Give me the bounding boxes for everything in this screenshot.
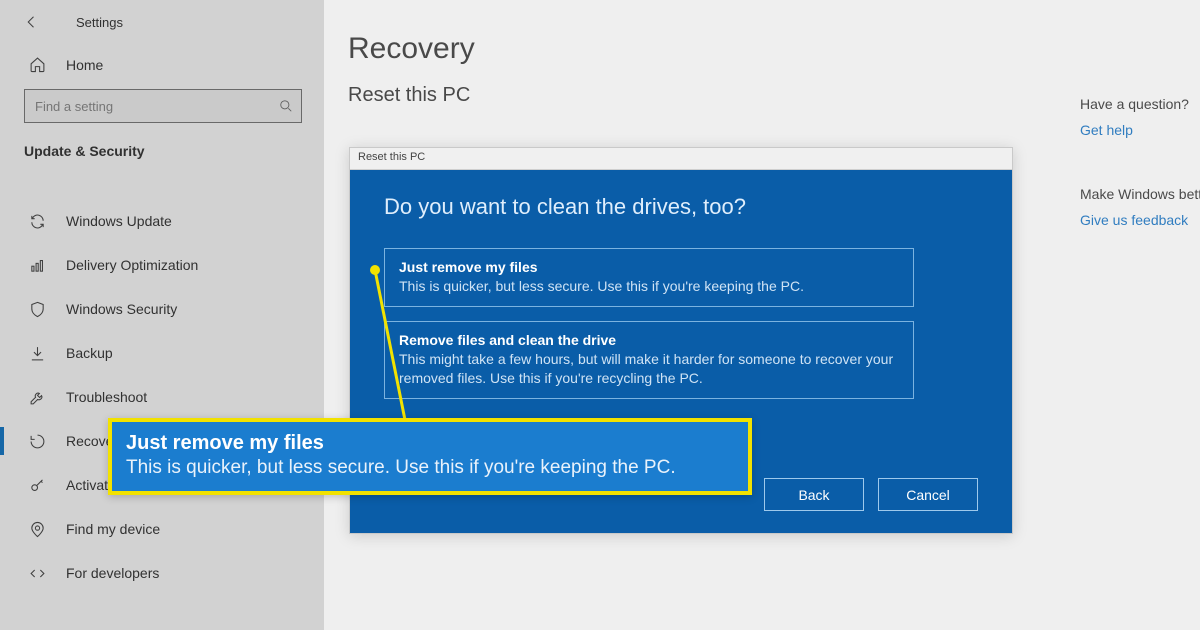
dialog-question: Do you want to clean the drives, too?	[384, 194, 978, 220]
dialog-titlebar: Reset this PC	[350, 148, 1012, 170]
right-panel: Have a question? Get help Make Windows b…	[1080, 96, 1200, 276]
backup-icon	[26, 345, 48, 362]
sidebar-item-for-developers[interactable]: For developers	[0, 551, 324, 595]
sidebar-item-backup[interactable]: Backup	[0, 331, 324, 375]
cancel-button[interactable]: Cancel	[878, 478, 978, 511]
sidebar-item-windows-update[interactable]: Windows Update	[0, 199, 324, 243]
search-input[interactable]	[24, 89, 302, 123]
help-heading: Have a question?	[1080, 96, 1200, 112]
give-feedback-link[interactable]: Give us feedback	[1080, 212, 1200, 228]
sidebar-item-windows-security[interactable]: Windows Security	[0, 287, 324, 331]
callout-pointer-dot	[370, 265, 380, 275]
option-desc: This might take a few hours, but will ma…	[399, 350, 899, 388]
wrench-icon	[26, 389, 48, 406]
search-icon	[279, 99, 293, 113]
option-title: Remove files and clean the drive	[399, 332, 899, 348]
option-title: Just remove my files	[399, 259, 899, 275]
sidebar-item-label: Windows Update	[66, 213, 172, 229]
sidebar-item-label: Backup	[66, 345, 113, 361]
sidebar-home-label: Home	[66, 57, 103, 73]
callout-zoom: Just remove my files This is quicker, bu…	[108, 418, 752, 495]
feedback-heading: Make Windows better	[1080, 186, 1200, 202]
sidebar-item-label: For developers	[66, 565, 159, 581]
back-button[interactable]	[16, 6, 48, 38]
option-just-remove-files[interactable]: Just remove my files This is quicker, bu…	[384, 248, 914, 307]
app-title: Settings	[76, 15, 123, 30]
back-button[interactable]: Back	[764, 478, 864, 511]
recovery-icon	[26, 433, 48, 450]
page-subtitle: Reset this PC	[348, 84, 1176, 107]
get-help-link[interactable]: Get help	[1080, 122, 1200, 138]
refresh-icon	[26, 213, 48, 230]
sidebar-item-delivery-optimization[interactable]: Delivery Optimization	[0, 243, 324, 287]
sidebar-section-header: Update & Security	[0, 137, 324, 173]
option-remove-and-clean[interactable]: Remove files and clean the drive This mi…	[384, 321, 914, 399]
sidebar-item-home[interactable]: Home	[0, 40, 324, 87]
page-title: Recovery	[348, 32, 1176, 66]
sidebar: Settings Home Update & Security Windows …	[0, 0, 324, 630]
sidebar-item-find-my-device[interactable]: Find my device	[0, 507, 324, 551]
sidebar-item-label: Delivery Optimization	[66, 257, 198, 273]
search-field[interactable]	[25, 90, 301, 122]
option-desc: This is quicker, but less secure. Use th…	[399, 277, 899, 296]
sidebar-item-label: Find my device	[66, 521, 160, 537]
developers-icon	[26, 565, 48, 582]
optimization-icon	[26, 257, 48, 274]
home-icon	[26, 56, 48, 73]
shield-icon	[26, 301, 48, 318]
location-icon	[26, 521, 48, 538]
key-icon	[26, 477, 48, 494]
sidebar-item-troubleshoot[interactable]: Troubleshoot	[0, 375, 324, 419]
sidebar-item-label: Windows Security	[66, 301, 177, 317]
callout-desc: This is quicker, but less secure. Use th…	[126, 457, 734, 479]
callout-title: Just remove my files	[126, 432, 734, 455]
sidebar-item-label: Troubleshoot	[66, 389, 147, 405]
arrow-left-icon	[23, 13, 41, 31]
